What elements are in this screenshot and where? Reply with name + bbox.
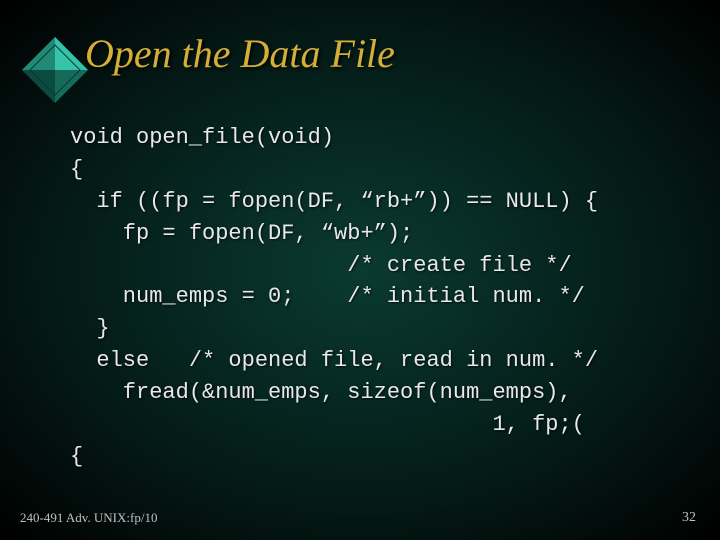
- slide: Open the Data File void open_file(void) …: [0, 0, 720, 540]
- slide-number: 32: [682, 510, 696, 526]
- code-block: void open_file(void) { if ((fp = fopen(D…: [70, 122, 680, 473]
- slide-title: Open the Data File: [85, 30, 680, 77]
- footer-course-ref: 240-491 Adv. UNIX:fp/10: [20, 510, 157, 526]
- diamond-bullet-icon: [20, 35, 90, 105]
